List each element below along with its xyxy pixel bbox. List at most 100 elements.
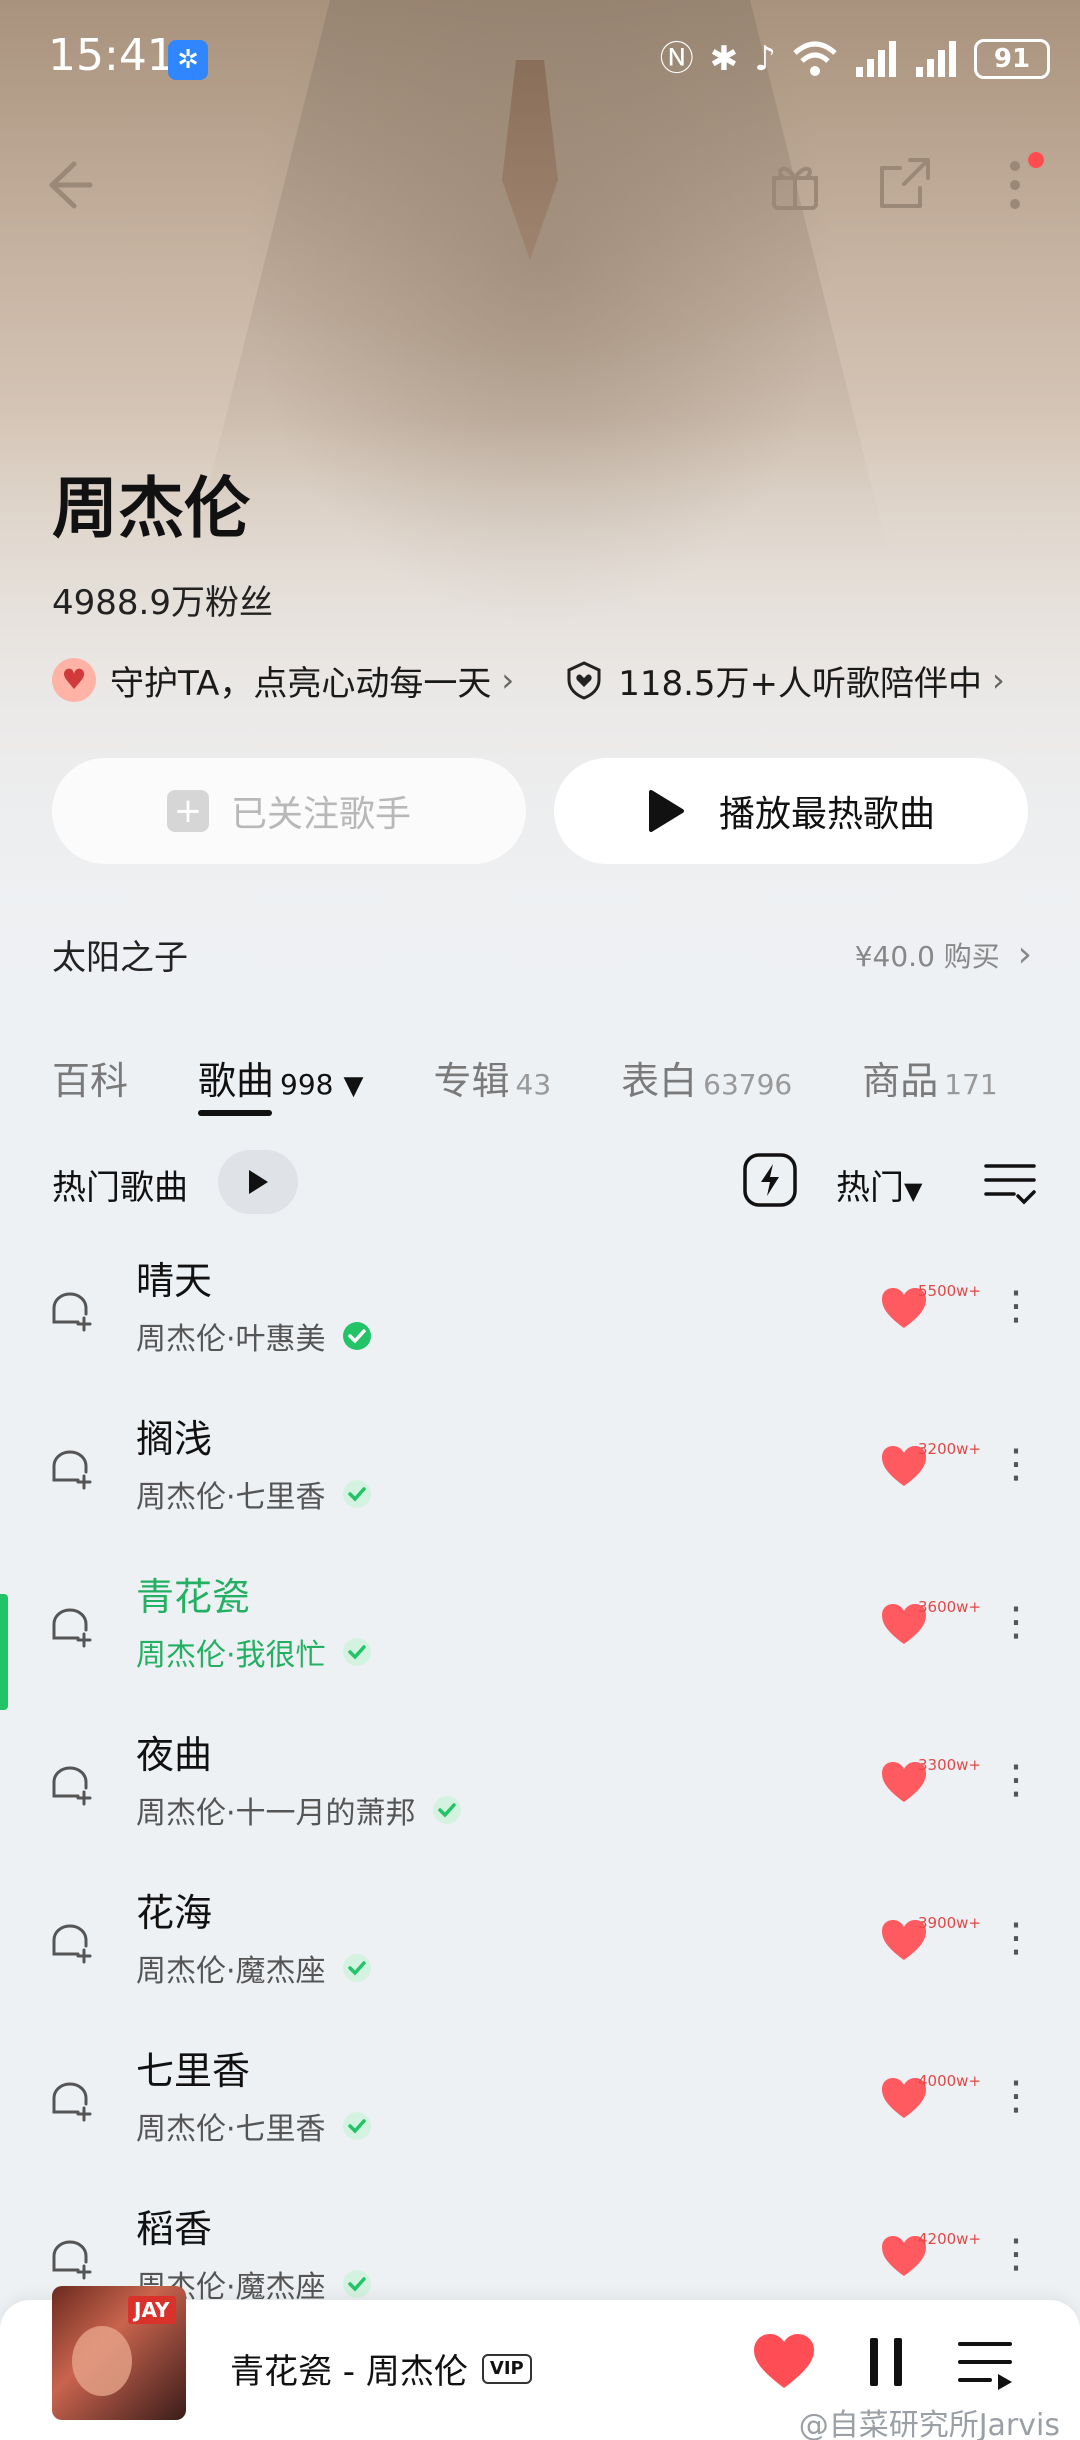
song-title: 晴天 <box>136 1259 213 1303</box>
now-playing-title: 青花瓷 - 周杰伦 VIP <box>230 2344 532 2393</box>
tab-songs[interactable]: 歌曲 998 ▼ <box>198 1050 364 1116</box>
verified-check-icon <box>342 1637 372 1667</box>
tab-active-indicator <box>198 1110 273 1116</box>
song-row[interactable]: 七里香周杰伦·七里香 4000w+ ⋮ <box>0 2018 1080 2176</box>
battery-indicator: 91 <box>974 39 1050 79</box>
shield-heart-icon <box>567 661 601 700</box>
song-row[interactable]: 搁浅 周杰伦·七里香 3200w+ ⋮ <box>0 1386 1080 1544</box>
like-count: 3300w+ <box>918 1756 982 1774</box>
add-to-playlist-icon[interactable] <box>48 1762 92 1806</box>
song-more-button[interactable]: ⋮ <box>996 2226 1036 2282</box>
song-artist-album: 周杰伦·我很忙 <box>136 1638 326 1673</box>
share-button[interactable] <box>870 150 940 220</box>
play-hot-songs-button[interactable]: 播放最热歌曲 <box>554 758 1028 864</box>
song-title: 青花瓷 <box>136 1575 251 1619</box>
sort-dropdown[interactable]: 热门▼ <box>836 1160 922 1209</box>
artist-info-row: ♥ 守护TA，点亮心动每一天 › 118.5万+人听歌陪伴中 › <box>52 652 1052 708</box>
nfc-icon: Ⓝ <box>659 39 694 79</box>
pause-icon[interactable] <box>866 2334 906 2390</box>
back-arrow-icon <box>49 161 93 209</box>
quick-play-button[interactable] <box>742 1152 798 1208</box>
song-row[interactable]: 花海 周杰伦·魔杰座 3900w+ ⋮ <box>0 1860 1080 2018</box>
fan-count: 4988.9万粉丝 <box>52 583 273 623</box>
song-row[interactable]: 夜曲周杰伦·十一月的萧邦 3300w+ ⋮ <box>0 1702 1080 1860</box>
back-button[interactable] <box>30 150 100 220</box>
song-title: 七里香 <box>136 2049 251 2093</box>
verified-check-icon <box>342 1479 372 1509</box>
album-buy-button[interactable]: ¥40.0 购买 › <box>855 934 1032 975</box>
nav-actions <box>760 150 1050 220</box>
now-playing-indicator <box>0 1594 8 1710</box>
artist-name: 周杰伦 <box>52 470 250 547</box>
add-to-playlist-icon[interactable] <box>48 1446 92 1490</box>
mute-icon: ♪ <box>754 39 776 79</box>
add-to-playlist-icon[interactable] <box>48 1604 92 1648</box>
song-artist-album: 周杰伦·魔杰座 <box>136 1954 326 1989</box>
song-title: 稻香 <box>136 2207 213 2251</box>
cover-logo: JAY <box>128 2296 176 2324</box>
song-more-button[interactable]: ⋮ <box>996 1752 1036 1808</box>
song-more-button[interactable]: ⋮ <box>996 1436 1036 1492</box>
song-title: 夜曲 <box>136 1733 213 1777</box>
like-count: 5500w+ <box>918 1282 982 1300</box>
listeners-link[interactable]: 118.5万+人听歌陪伴中 <box>618 656 982 705</box>
add-to-playlist-icon[interactable] <box>48 1288 92 1332</box>
sort-label: 热门 <box>836 1168 904 1208</box>
signal-icon <box>856 41 896 77</box>
tab-confessions[interactable]: 表白 63796 <box>621 1050 792 1105</box>
chevron-right-icon-3: › <box>1017 934 1032 975</box>
multi-select-button[interactable] <box>982 1154 1038 1210</box>
song-row[interactable]: 晴天周杰伦·叶惠美 5500w+ ⋮ <box>0 1228 1080 1386</box>
plus-icon: + <box>166 790 209 832</box>
song-more-button[interactable]: ⋮ <box>996 1594 1036 1650</box>
song-subtitle: 周杰伦·叶惠美 <box>136 1314 372 1358</box>
song-subtitle: 周杰伦·我很忙 <box>136 1630 372 1674</box>
follow-artist-button[interactable]: + 已关注歌手 <box>52 758 526 864</box>
share-icon <box>880 158 930 208</box>
album-title: 太阳之子 <box>52 938 188 978</box>
add-to-playlist-icon[interactable] <box>48 1920 92 1964</box>
tab-albums[interactable]: 专辑 43 <box>433 1050 551 1105</box>
chevron-right-icon-2: › <box>992 661 1005 699</box>
cover-art <box>72 2326 132 2396</box>
song-subtitle: 周杰伦·十一月的萧邦 <box>136 1788 462 1832</box>
song-artist-album: 周杰伦·七里香 <box>136 2112 326 2147</box>
gift-button[interactable] <box>760 150 830 220</box>
lightning-icon <box>743 1153 797 1207</box>
album-cover[interactable]: JAY <box>52 2286 186 2420</box>
tab-wiki[interactable]: 百科 <box>52 1050 128 1105</box>
status-time: 15:41 <box>48 30 175 81</box>
tab-label: 百科 <box>52 1059 129 1103</box>
playlist-queue-icon[interactable] <box>956 2336 1016 2392</box>
song-list-header: 热门歌曲 热门▼ <box>52 1150 1038 1214</box>
caret-down-icon: ▼ <box>343 1071 364 1101</box>
play-icon-small <box>249 1170 268 1194</box>
vip-badge: VIP <box>481 2353 532 2384</box>
tab-merch[interactable]: 商品 171 <box>862 1050 997 1105</box>
song-row[interactable]: 青花瓷 周杰伦·我很忙 3600w+ ⋮ <box>0 1544 1080 1710</box>
song-more-button[interactable]: ⋮ <box>996 1910 1036 1966</box>
like-heart-icon[interactable] <box>752 2332 816 2392</box>
now-playing-text: 青花瓷 - 周杰伦 <box>230 2352 468 2392</box>
song-more-button[interactable]: ⋮ <box>996 2068 1036 2124</box>
add-to-playlist-icon[interactable] <box>48 2078 92 2122</box>
more-options-button[interactable] <box>980 150 1050 220</box>
song-title: 花海 <box>136 1891 213 1935</box>
tab-count: 998 <box>280 1068 334 1101</box>
song-title: 搁浅 <box>136 1417 213 1461</box>
hot-songs-label: 热门歌曲 <box>52 1168 188 1208</box>
album-promo-row[interactable]: 太阳之子 ¥40.0 购买 › <box>52 930 1032 980</box>
guard-link[interactable]: 守护TA，点亮心动每一天 <box>110 656 491 705</box>
caret-down-icon-2: ▼ <box>904 1177 923 1205</box>
song-subtitle: 周杰伦·魔杰座 <box>136 1946 372 1990</box>
signal-icon-2 <box>916 41 956 77</box>
tab-label: 商品 <box>862 1059 939 1103</box>
wifi-icon <box>793 41 837 76</box>
like-count: 4000w+ <box>918 2072 982 2090</box>
song-subtitle: 周杰伦·七里香 <box>136 2104 372 2148</box>
song-more-button[interactable]: ⋮ <box>996 1278 1036 1334</box>
song-artist-album: 周杰伦·叶惠美 <box>136 1322 326 1357</box>
add-to-playlist-icon[interactable] <box>48 2236 92 2280</box>
gift-icon <box>772 166 818 210</box>
play-all-button[interactable] <box>218 1150 298 1214</box>
